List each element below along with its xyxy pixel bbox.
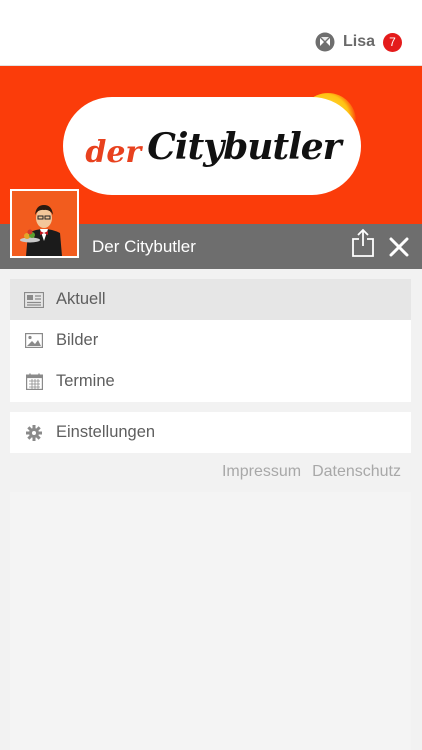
citybutler-logo: der Citybutler [78, 112, 348, 182]
app-logo-icon [315, 32, 335, 52]
gear-icon [24, 423, 44, 443]
share-icon[interactable] [350, 228, 376, 258]
avatar [10, 189, 79, 258]
butler-illustration [12, 191, 77, 256]
close-icon[interactable] [388, 236, 410, 258]
menu-item-einstellungen[interactable]: Einstellungen [10, 412, 411, 453]
menu-item-aktuell[interactable]: Aktuell [10, 279, 411, 320]
menu-item-label: Aktuell [56, 290, 106, 308]
datenschutz-link[interactable]: Datenschutz [312, 463, 401, 481]
menu-item-termine[interactable]: Termine [10, 361, 411, 402]
impressum-link[interactable]: Impressum [222, 463, 301, 481]
page-title: Der Citybutler [92, 237, 196, 256]
image-icon [24, 331, 44, 351]
logo-text-citybutler: Citybutler [147, 126, 341, 168]
menu-item-label: Termine [56, 372, 115, 390]
calendar-icon [24, 372, 44, 392]
menu-item-bilder[interactable]: Bilder [10, 320, 411, 361]
user-name[interactable]: Lisa [343, 33, 375, 51]
logo-text-der: der [85, 134, 142, 170]
menu-item-label: Bilder [56, 331, 99, 349]
newspaper-icon [24, 290, 44, 310]
user-menu[interactable]: Lisa 7 [315, 32, 402, 52]
top-bar: Lisa 7 [0, 0, 422, 66]
main-menu: Aktuell Bilder Termine [10, 279, 411, 402]
menu-item-label: Einstellungen [56, 423, 156, 441]
notification-badge[interactable]: 7 [383, 32, 402, 52]
content-area [10, 492, 411, 750]
settings-menu: Einstellungen [10, 412, 411, 453]
footer-links: Impressum Datenschutz [211, 463, 401, 481]
